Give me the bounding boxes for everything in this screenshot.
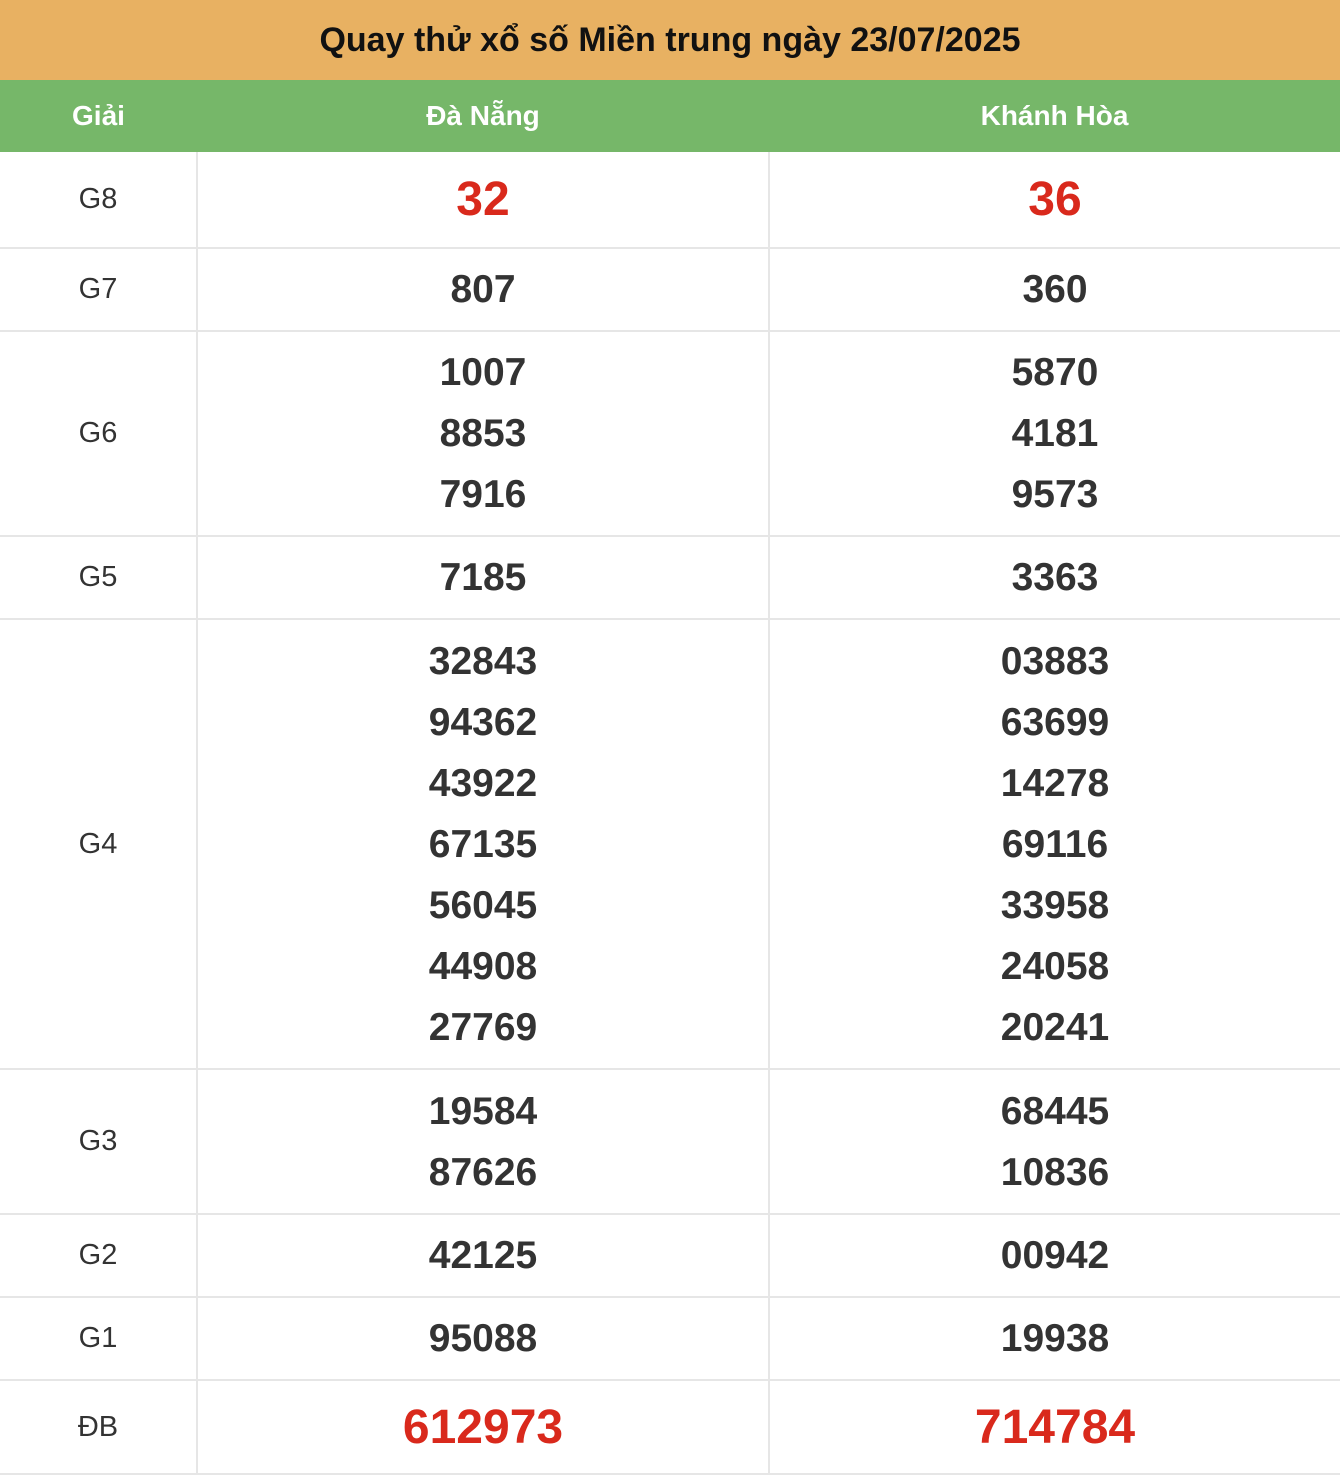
- result-number: 27769: [428, 1005, 538, 1049]
- result-cell-khanh-hoa-g1: 19938: [768, 1297, 1340, 1381]
- result-number: 9573: [1011, 473, 1099, 516]
- special-prize-number: 612973: [402, 1400, 564, 1454]
- result-number: 95088: [428, 1317, 538, 1360]
- result-number: 24058: [1000, 944, 1110, 988]
- result-number: 33958: [1000, 883, 1110, 927]
- table-header-row: Giải Đà Nẵng Khánh Hòa: [0, 80, 1340, 152]
- prize-label-g6: G6: [0, 331, 197, 537]
- result-number: 43922: [428, 761, 538, 805]
- result-cell-da-nang-g1: 95088: [196, 1297, 769, 1381]
- result-cell-khanh-hoa-g8: 36: [768, 152, 1340, 249]
- result-number: 1007: [439, 351, 527, 394]
- result-cell-da-nang-special: 612973: [196, 1380, 769, 1475]
- table-row-g1: G1 95088 19938: [0, 1297, 1340, 1381]
- prize-label-g8: G8: [0, 152, 197, 249]
- table-row-g3: G3 19584 87626 68445 10836: [0, 1069, 1340, 1215]
- results-table: Giải Đà Nẵng Khánh Hòa G8 32 36 G7 807 3…: [0, 80, 1340, 1475]
- result-number: 14278: [1000, 761, 1110, 805]
- result-cell-khanh-hoa-g6: 5870 4181 9573: [768, 331, 1340, 537]
- prize-label-g1: G1: [0, 1297, 197, 1381]
- result-number: 20241: [1000, 1005, 1110, 1049]
- result-cell-da-nang-g2: 42125: [196, 1214, 769, 1298]
- table-row-g2: G2 42125 00942: [0, 1214, 1340, 1298]
- result-number: 4181: [1011, 412, 1099, 455]
- result-number: 63699: [1000, 700, 1110, 744]
- prize-column-header: Giải: [0, 80, 197, 152]
- result-number: 7185: [439, 556, 527, 599]
- page-title: Quay thử xổ số Miền trung ngày 23/07/202…: [0, 0, 1340, 80]
- result-number: 7916: [439, 473, 527, 516]
- result-number: 03883: [1000, 639, 1110, 683]
- result-number: 00942: [1000, 1234, 1110, 1277]
- table-row-special: ĐB 612973 714784: [0, 1380, 1340, 1475]
- prize-label-g3: G3: [0, 1069, 197, 1215]
- result-number: 5870: [1011, 351, 1099, 394]
- result-cell-da-nang-g7: 807: [196, 248, 769, 332]
- prize-label-g2: G2: [0, 1214, 197, 1298]
- result-cell-khanh-hoa-g5: 3363: [768, 536, 1340, 620]
- lottery-results-page: Quay thử xổ số Miền trung ngày 23/07/202…: [0, 0, 1340, 1475]
- result-cell-da-nang-g4: 32843 94362 43922 67135 56045 44908 2776…: [196, 619, 769, 1070]
- result-number: 87626: [428, 1150, 538, 1194]
- result-number: 44908: [428, 944, 538, 988]
- table-row-g6: G6 1007 8853 7916 5870 4181 9573: [0, 331, 1340, 537]
- result-cell-khanh-hoa-g4: 03883 63699 14278 69116 33958 24058 2024…: [768, 619, 1340, 1070]
- result-number: 67135: [428, 822, 538, 866]
- prize-label-special: ĐB: [0, 1380, 197, 1475]
- result-cell-khanh-hoa-g7: 360: [768, 248, 1340, 332]
- result-cell-khanh-hoa-special: 714784: [768, 1380, 1340, 1475]
- prize-label-g7: G7: [0, 248, 197, 332]
- result-number: 36: [1028, 173, 1082, 226]
- result-number: 10836: [1000, 1150, 1110, 1194]
- province-da-nang-header[interactable]: Đà Nẵng: [197, 80, 769, 152]
- special-prize-number: 714784: [974, 1400, 1136, 1454]
- prize-label-g5: G5: [0, 536, 197, 620]
- result-number: 32843: [428, 639, 538, 683]
- result-number: 807: [450, 268, 516, 311]
- result-cell-da-nang-g8: 32: [196, 152, 769, 249]
- result-number: 360: [1022, 268, 1088, 311]
- result-cell-khanh-hoa-g3: 68445 10836: [768, 1069, 1340, 1215]
- table-row-g7: G7 807 360: [0, 248, 1340, 332]
- table-row-g8: G8 32 36: [0, 152, 1340, 249]
- province-khanh-hoa-header[interactable]: Khánh Hòa: [769, 80, 1340, 152]
- result-cell-da-nang-g5: 7185: [196, 536, 769, 620]
- result-number: 69116: [1001, 822, 1109, 866]
- table-row-g4: G4 32843 94362 43922 67135 56045 44908 2…: [0, 619, 1340, 1070]
- result-number: 56045: [428, 883, 538, 927]
- result-cell-da-nang-g6: 1007 8853 7916: [196, 331, 769, 537]
- result-number: 19584: [428, 1089, 538, 1133]
- result-number: 32: [456, 173, 510, 226]
- result-number: 94362: [428, 700, 538, 744]
- result-cell-da-nang-g3: 19584 87626: [196, 1069, 769, 1215]
- prize-label-g4: G4: [0, 619, 197, 1070]
- result-number: 8853: [439, 412, 527, 455]
- result-number: 42125: [428, 1234, 538, 1277]
- result-number: 3363: [1011, 556, 1099, 599]
- result-number: 19938: [1000, 1317, 1110, 1360]
- result-cell-khanh-hoa-g2: 00942: [768, 1214, 1340, 1298]
- table-row-g5: G5 7185 3363: [0, 536, 1340, 620]
- result-number: 68445: [1000, 1089, 1110, 1133]
